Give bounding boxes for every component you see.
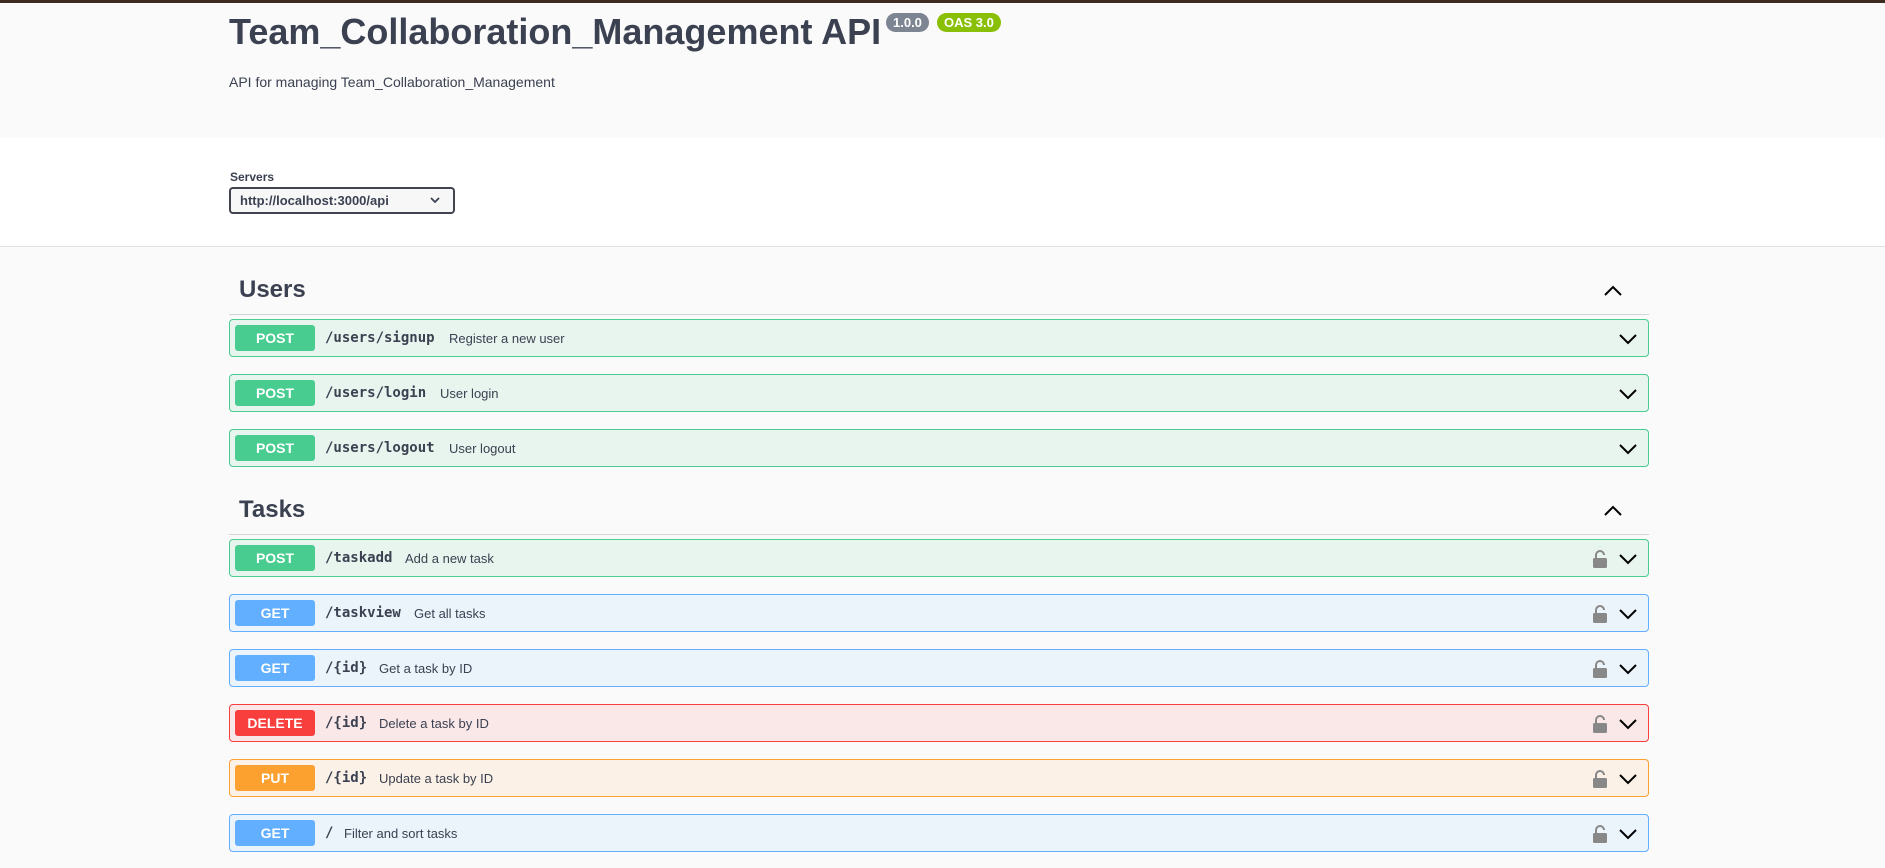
operation-summary: User login [440,386,499,401]
operation-get-filter-sort[interactable]: GET / Filter and sort tasks [229,814,1649,852]
oas-badge: OAS 3.0 [937,13,1001,32]
operation-summary: User logout [449,441,516,456]
operation-summary: Update a task by ID [379,771,494,786]
operation-path: /users/logout [325,440,435,456]
operation-summary: Get a task by ID [379,661,473,676]
lock-icon[interactable] [1592,769,1608,789]
operation-get-task-by-id[interactable]: GET /{id} Get a task by ID [229,649,1649,687]
servers-select-value: http://localhost:3000/api [240,193,389,208]
method-badge: DELETE [235,710,315,736]
method-badge: POST [235,325,315,351]
lock-icon[interactable] [1592,604,1608,624]
operation-summary: Delete a task by ID [379,716,489,731]
section-header-users[interactable]: Users [229,268,1649,315]
operation-put-task-by-id[interactable]: PUT /{id} Update a task by ID [229,759,1649,797]
lock-icon[interactable] [1592,824,1608,844]
chevron-down-icon[interactable] [1618,552,1638,566]
lock-icon[interactable] [1592,714,1608,734]
operation-path: / [325,825,334,841]
api-info: Team_Collaboration_Management API 1.0.0 … [0,3,1885,138]
api-title: Team_Collaboration_Management API [229,11,882,52]
method-badge: POST [235,435,315,461]
operation-path: /{id} [325,770,368,786]
operation-get-taskview[interactable]: GET /taskview Get all tasks [229,594,1649,632]
section-tasks: Tasks POST /taskadd Add a new task GET /… [229,488,1649,852]
section-title: Users [239,276,306,303]
method-badge: POST [235,545,315,571]
method-badge: PUT [235,765,315,791]
operation-path: /taskadd [325,550,393,566]
operation-path: /{id} [325,660,368,676]
version-badge: 1.0.0 [886,13,929,32]
section-users: Users POST /users/signup Register a new … [229,268,1649,467]
lock-icon[interactable] [1592,549,1608,569]
api-description: API for managing Team_Collaboration_Mana… [229,74,555,90]
operation-post-users-signup[interactable]: POST /users/signup Register a new user [229,319,1649,357]
operation-summary: Filter and sort tasks [344,826,458,841]
section-title: Tasks [239,496,306,523]
operation-post-taskadd[interactable]: POST /taskadd Add a new task [229,539,1649,577]
servers-select[interactable]: http://localhost:3000/api [229,187,455,214]
operation-path: /users/signup [325,330,435,346]
operation-path: /{id} [325,715,368,731]
chevron-down-icon[interactable] [1618,607,1638,621]
chevron-down-icon[interactable] [1618,717,1638,731]
servers-label: Servers [230,170,275,184]
method-badge: GET [235,600,315,626]
operation-path: /taskview [325,605,401,621]
method-badge: GET [235,820,315,846]
chevron-down-icon[interactable] [1618,332,1638,346]
chevron-up-icon[interactable] [1603,504,1623,518]
chevron-down-icon [430,197,440,204]
chevron-down-icon[interactable] [1618,772,1638,786]
chevron-up-icon[interactable] [1603,284,1623,298]
method-badge: POST [235,380,315,406]
chevron-down-icon[interactable] [1618,442,1638,456]
operation-path: /users/login [325,385,427,401]
operation-post-users-logout[interactable]: POST /users/logout User logout [229,429,1649,467]
chevron-down-icon[interactable] [1618,387,1638,401]
operation-summary: Get all tasks [414,606,486,621]
operation-summary: Register a new user [449,331,565,346]
method-badge: GET [235,655,315,681]
chevron-down-icon[interactable] [1618,662,1638,676]
section-header-tasks[interactable]: Tasks [229,488,1649,535]
operation-summary: Add a new task [405,551,494,566]
operation-delete-task-by-id[interactable]: DELETE /{id} Delete a task by ID [229,704,1649,742]
servers-area: Servers http://localhost:3000/api [0,138,1885,247]
lock-icon[interactable] [1592,659,1608,679]
chevron-down-icon[interactable] [1618,827,1638,841]
operation-post-users-login[interactable]: POST /users/login User login [229,374,1649,412]
